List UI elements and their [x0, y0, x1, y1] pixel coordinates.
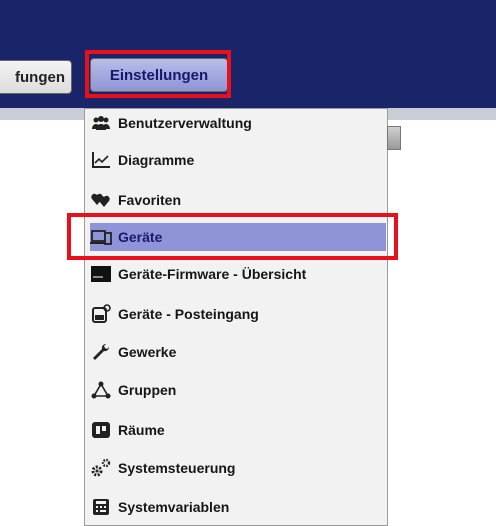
menu-item-geraete[interactable]: Geräte	[90, 223, 386, 251]
hearts-icon	[90, 190, 112, 210]
device-inbox-icon	[90, 304, 112, 324]
menu-item-systemvariablen[interactable]: Systemvariablen	[90, 493, 386, 521]
menu-item-gewerke[interactable]: Gewerke	[90, 338, 386, 366]
header-bar	[0, 0, 496, 108]
devices-icon	[90, 227, 112, 247]
line-chart-icon	[90, 150, 112, 170]
tab-partial[interactable]: fungen	[0, 60, 72, 94]
tab-einstellungen[interactable]: Einstellungen	[90, 58, 228, 92]
menu-item-label: Geräte - Posteingang	[118, 306, 259, 322]
menu-item-benutzerverwaltung[interactable]: Benutzerverwaltung	[90, 109, 386, 137]
rooms-icon	[90, 420, 112, 440]
menu-item-label: Systemsteuerung	[118, 460, 236, 476]
scrollbar-handle[interactable]	[387, 126, 401, 150]
menu-item-label: Benutzerverwaltung	[118, 115, 252, 131]
menu-item-label: Gruppen	[118, 382, 177, 398]
screen: fungen Einstellungen Benutzerverwaltung …	[0, 0, 496, 526]
menu-item-label: Favoriten	[118, 192, 182, 208]
gears-icon	[90, 458, 112, 478]
menu-item-posteingang[interactable]: Geräte - Posteingang	[90, 300, 386, 328]
calculator-icon	[90, 497, 112, 517]
wrench-icon	[90, 342, 112, 362]
menu-item-label: Diagramme	[118, 152, 195, 168]
menu-item-label: Geräte-Firmware - Übersicht	[118, 266, 307, 282]
menu-item-favoriten[interactable]: Favoriten	[90, 186, 386, 214]
users-icon	[90, 113, 112, 133]
menu-item-diagramme[interactable]: Diagramme	[90, 146, 386, 174]
menu-item-gruppen[interactable]: Gruppen	[90, 376, 386, 404]
firmware-icon	[90, 264, 112, 284]
menu-item-label: Systemvariablen	[118, 499, 230, 515]
menu-item-label: Geräte	[118, 229, 163, 245]
menu-item-label: Gewerke	[118, 344, 177, 360]
menu-item-raeume[interactable]: Räume	[90, 416, 386, 444]
menu-item-label: Räume	[118, 422, 165, 438]
menu-item-systemsteuerung[interactable]: Systemsteuerung	[90, 454, 386, 482]
menu-item-firmware[interactable]: Geräte-Firmware - Übersicht	[90, 260, 386, 288]
groups-icon	[90, 380, 112, 400]
